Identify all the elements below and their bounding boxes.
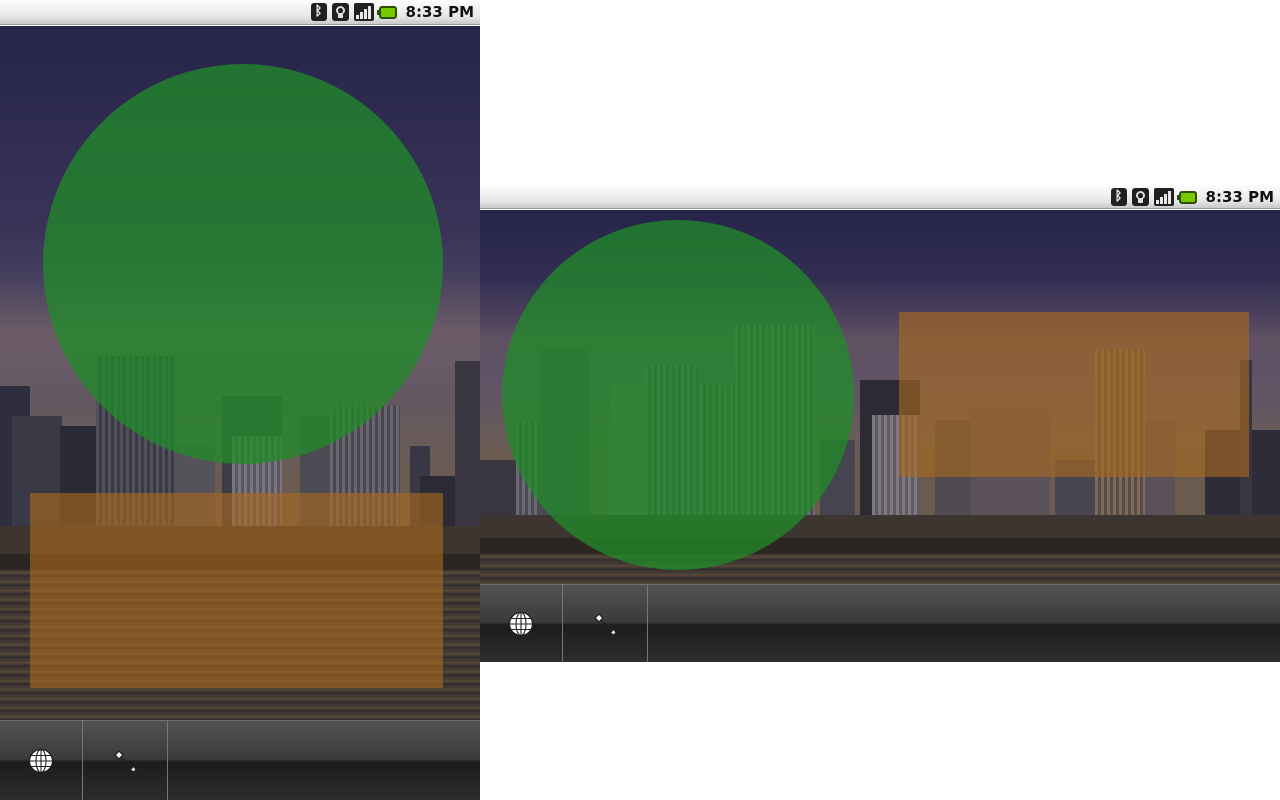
battery-icon (1176, 190, 1197, 204)
wrench-icon (114, 749, 137, 773)
status-bar: ᛒ 8:33 PM (0, 0, 480, 25)
orange-rectangle-overlay (899, 312, 1249, 477)
wallpaper-skyline (0, 26, 480, 720)
bluetooth-icon: ᛒ (1110, 188, 1127, 206)
landscape-screen: ᛒ 8:33 PM (480, 186, 1280, 662)
globe-icon (508, 611, 534, 636)
status-bar: ᛒ 8:33 PM (480, 186, 1280, 209)
signal-icon (1153, 188, 1174, 206)
wifi-icon (331, 3, 349, 21)
orange-rectangle-overlay (30, 493, 443, 688)
settings-button[interactable] (563, 585, 648, 662)
status-time: 8:33 PM (1205, 188, 1274, 206)
battery-icon (376, 5, 397, 19)
bottom-toolbar (0, 720, 480, 800)
globe-icon (28, 748, 54, 773)
wifi-icon (1131, 188, 1149, 206)
wallpaper-skyline (480, 210, 1280, 584)
toolbar-empty-area (648, 585, 1280, 662)
toolbar-empty-area (168, 721, 480, 800)
wrench-icon (594, 612, 617, 636)
green-circle-overlay (43, 64, 443, 464)
settings-button[interactable] (83, 721, 168, 800)
portrait-screen: ᛒ 8:33 PM (0, 0, 480, 800)
browser-button[interactable] (0, 721, 83, 800)
green-circle-overlay (502, 220, 854, 570)
browser-button[interactable] (480, 585, 563, 662)
bluetooth-icon: ᛒ (310, 3, 327, 21)
status-time: 8:33 PM (405, 3, 474, 21)
bottom-toolbar (480, 584, 1280, 662)
signal-icon (353, 3, 374, 21)
